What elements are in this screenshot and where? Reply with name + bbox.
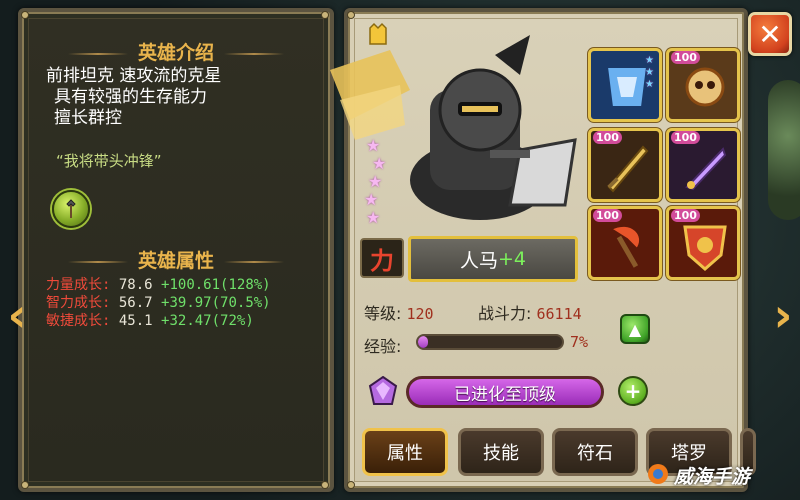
exp-bar-fill	[418, 336, 429, 348]
axe-icon[interactable]	[52, 190, 90, 228]
watermark-logo-icon	[648, 464, 668, 484]
intro-line: 前排坦克 速攻流的克星	[46, 66, 222, 86]
attr-title: 英雄属性	[22, 246, 330, 273]
star-icon: ★	[366, 208, 381, 227]
side-character-decoration	[768, 80, 800, 220]
close-button[interactable]: ✕	[748, 12, 792, 56]
hero-level: 120	[406, 305, 434, 323]
equip-slot-armor[interactable]: ★ ★ ★	[588, 48, 662, 122]
next-hero-arrow[interactable]: ›	[768, 288, 798, 342]
hero-name-plate: 人马 +4	[408, 236, 578, 282]
tab-attributes[interactable]: 属性	[362, 428, 448, 476]
attr-strength: 力量成长: 78.6 +100.61(128%)	[46, 277, 271, 293]
intro-line: 具有较强的生存能力	[54, 87, 207, 107]
intro-title: 英雄介绍	[22, 38, 330, 65]
add-button[interactable]: +	[618, 376, 648, 406]
tab-skills[interactable]: 技能	[458, 428, 544, 476]
hero-quote: “我将带头冲锋”	[56, 152, 162, 170]
attr-agility: 敏捷成长: 45.1 +32.47(72%)	[46, 313, 254, 329]
star-icon: ★	[372, 154, 387, 173]
evolve-status-button[interactable]: 已进化至顶级	[406, 376, 604, 408]
level-line: 等级: 120	[364, 304, 434, 323]
hero-description: 前排坦克 速攻流的克星 具有较强的生存能力 擅长群控	[46, 66, 336, 129]
tab-runes[interactable]: 符石	[552, 428, 638, 476]
exp-percent: 7%	[570, 333, 589, 351]
power-line: 战斗力: 66114	[478, 304, 582, 323]
star-icon: ★	[368, 172, 383, 191]
intro-line: 擅长群控	[54, 108, 122, 128]
armor-rank-icon	[369, 22, 387, 45]
exp-label: 经验:	[364, 337, 402, 356]
hero-plus-level: +4	[498, 248, 527, 270]
hero-name: 人马	[459, 249, 498, 272]
prev-hero-arrow[interactable]: ‹	[2, 288, 32, 342]
star-icon: ★	[364, 190, 379, 209]
hero-info-panel: 英雄介绍 前排坦克 速攻流的克星 具有较强的生存能力 擅长群控 “我将带头冲锋”…	[18, 8, 334, 492]
attr-intelligence: 智力成长: 56.7 +39.97(70.5%)	[46, 295, 271, 311]
exp-bar	[416, 334, 564, 350]
equip-slot-amulet[interactable]: 100	[666, 48, 740, 122]
upgrade-arrow-button[interactable]: ▲	[620, 314, 650, 344]
equip-slot-sword[interactable]: 100	[588, 128, 662, 202]
equip-slot-dagger[interactable]: 100	[666, 128, 740, 202]
purple-gem-icon	[368, 376, 398, 405]
hero-power: 66114	[536, 305, 582, 323]
strength-type-icon: 力	[360, 238, 404, 278]
star-icon: ★	[366, 136, 381, 155]
watermark-text: 威海手游	[674, 466, 751, 488]
equip-slot-shield[interactable]: 100	[666, 206, 740, 280]
equip-slot-axe[interactable]: 100	[588, 206, 662, 280]
